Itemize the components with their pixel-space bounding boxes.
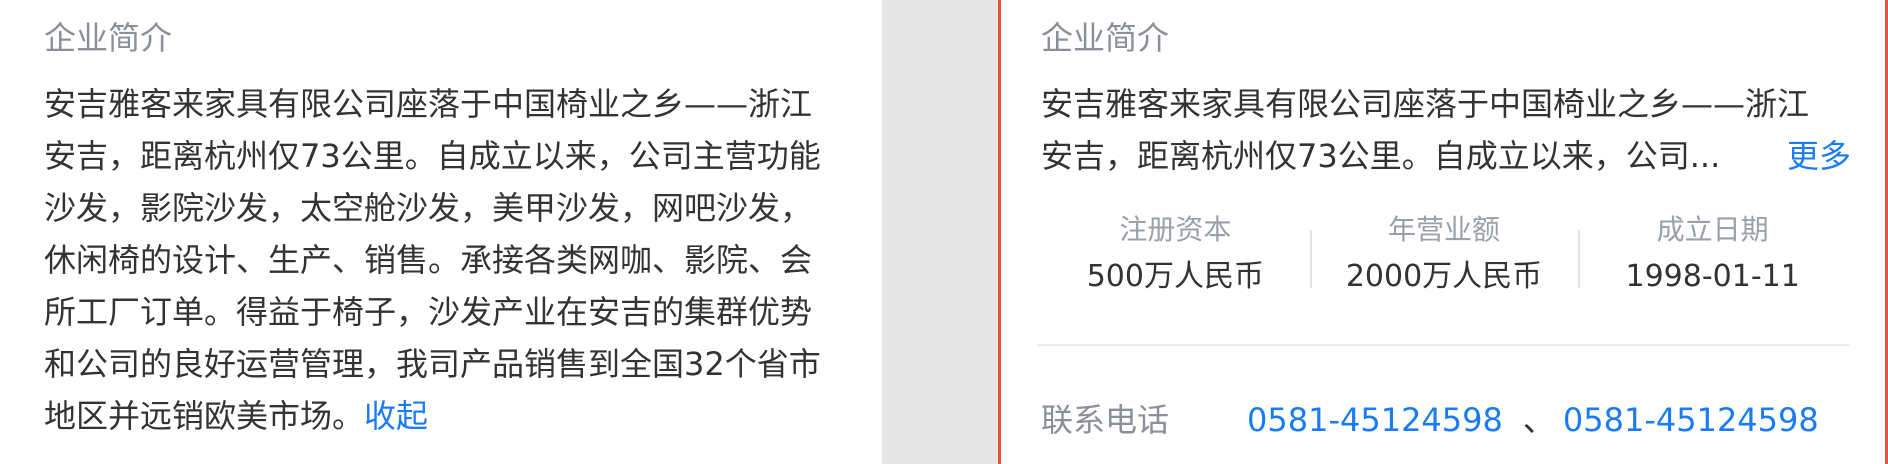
phone-link-2[interactable]: 0581-45124598 [1563,394,1819,446]
description-line: 沙发，影院沙发，太空舱沙发，美甲沙发，网吧沙发， [44,189,813,227]
company-intro-collapsed-card: 企业简介 安吉雅客来家具有限公司座落于中国椅业之乡——浙江 安吉，距离杭州仅73… [998,0,1888,464]
stat-label: 年营业额 [1388,213,1501,246]
stat-annual-revenue: 年营业额 2000万人民币 [1309,208,1579,298]
stat-founded-date: 成立日期 1998-01-11 [1578,208,1847,298]
description-line: 安吉，距离杭州仅73公里。自成立以来，公司... [1041,137,1721,175]
section-title: 企业简介 [1041,19,1170,57]
stat-label: 注册资本 [1119,213,1232,246]
company-description: 安吉雅客来家具有限公司座落于中国椅业之乡——浙江 安吉，距离杭州仅73公里。自成… [44,78,864,442]
company-intro-expanded-card: 企业简介 安吉雅客来家具有限公司座落于中国椅业之乡——浙江 安吉，距离杭州仅73… [0,0,882,464]
description-line-last: 地区并远销欧美市场。收起 [44,390,864,442]
description-line-text: 地区并远销欧美市场。 [44,397,365,435]
description-line: 安吉雅客来家具有限公司座落于中国椅业之乡——浙江 [44,85,813,123]
phone-separator: 、 [1522,401,1555,439]
description-line: 和公司的良好运营管理，我司产品销售到全国32个省市 [44,345,821,383]
contact-phone-row: 联系电话 0581-45124598、 0581-45124598 [1041,394,1819,446]
divider [1037,344,1849,346]
section-title: 企业简介 [44,19,173,57]
stat-value: 2000万人民币 [1345,259,1543,294]
phone-link-1[interactable]: 0581-45124598 [1247,394,1503,446]
description-line: 所工厂订单。得益于椅子，沙发产业在安吉的集群优势 [44,293,813,331]
description-line: 休闲椅的设计、生产、销售。承接各类网咖、影院、会 [44,241,813,279]
company-stats: 注册资本 500万人民币 年营业额 2000万人民币 成立日期 1998-01-… [1041,208,1847,298]
description-line: 安吉，距离杭州仅73公里。自成立以来，公司主营功能 [44,137,821,175]
stat-registered-capital: 注册资本 500万人民币 [1041,208,1310,298]
description-line: 安吉雅客来家具有限公司座落于中国椅业之乡——浙江 [1041,85,1810,123]
phone-label: 联系电话 [1041,401,1170,439]
collapse-link[interactable]: 收起 [364,397,428,435]
stat-value: 500万人民币 [1086,259,1264,294]
stat-label: 成立日期 [1656,213,1769,246]
company-description-truncated: 安吉雅客来家具有限公司座落于中国椅业之乡——浙江 安吉，距离杭州仅73公里。自成… [1041,78,1871,182]
more-link[interactable]: 更多 [1787,130,1851,182]
stat-value: 1998-01-11 [1625,259,1800,294]
